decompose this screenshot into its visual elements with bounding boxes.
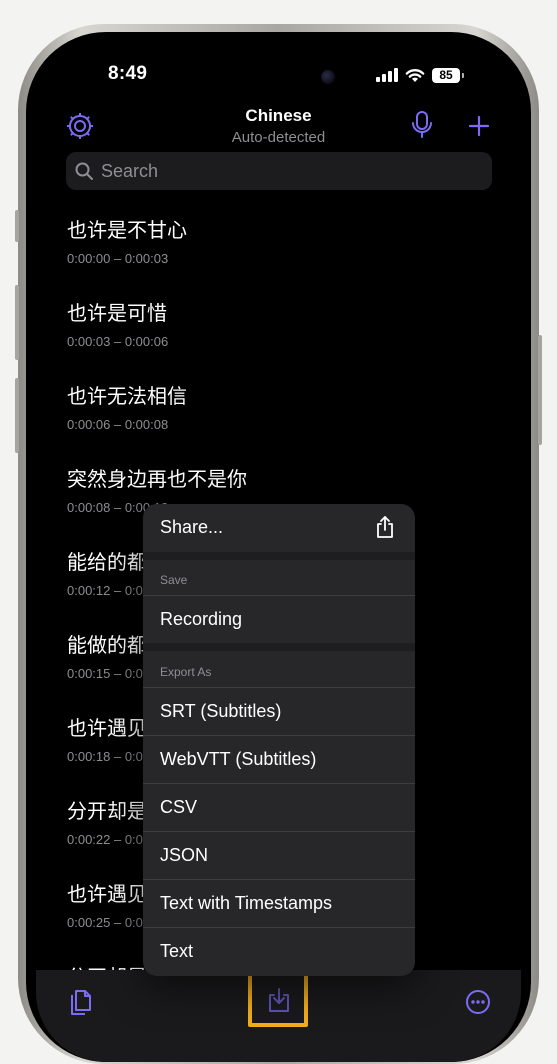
share-label: Share...: [160, 517, 224, 537]
highlight-box: [248, 971, 308, 1027]
battery-indicator: 85: [432, 67, 464, 83]
menu-section-gap: [143, 643, 415, 651]
microphone-icon[interactable]: [411, 110, 433, 140]
segment-text: 也许是可惜: [67, 301, 167, 325]
segment-time: 0:00:00 – 0:00:03: [67, 251, 169, 266]
export-webvtt-label: WebVTT (Subtitles): [160, 749, 317, 769]
status-indicators: 85: [376, 65, 464, 85]
export-srt-item[interactable]: SRT (Subtitles): [143, 688, 415, 736]
list-item[interactable]: 也许无法相信 0:00:06 – 0:00:08: [67, 380, 487, 432]
front-camera: [321, 70, 335, 84]
export-json-label: JSON: [160, 845, 209, 865]
language-subtitle: Auto-detected: [231, 129, 326, 146]
export-section-label: Export As: [160, 665, 212, 679]
segment-text: 也许无法相信: [67, 384, 187, 408]
more-icon[interactable]: [465, 989, 491, 1015]
share-icon: [377, 516, 393, 538]
page-title: Chinese: [245, 106, 312, 125]
plus-icon[interactable]: [468, 115, 490, 137]
battery-level: 85: [439, 68, 453, 82]
app-screen: 8:49 85 Chinese Auto-detected Search 也许是…: [36, 42, 521, 1062]
volume-up-button: [15, 285, 19, 360]
export-csv-item[interactable]: CSV: [143, 784, 415, 832]
export-text-label: Text: [160, 941, 194, 961]
cellular-signal-icon: [376, 68, 398, 82]
export-srt-label: SRT (Subtitles): [160, 701, 282, 721]
export-text-timestamps-item[interactable]: Text with Timestamps: [143, 880, 415, 928]
copy-icon[interactable]: [67, 987, 93, 1017]
save-section-label: Save: [160, 573, 188, 587]
export-webvtt-item[interactable]: WebVTT (Subtitles): [143, 736, 415, 784]
action-button: [15, 210, 19, 242]
search-icon: [75, 162, 93, 180]
list-item[interactable]: 也许是不甘心 0:00:00 – 0:00:03: [67, 214, 487, 266]
export-text-timestamps-label: Text with Timestamps: [160, 893, 333, 913]
search-placeholder: Search: [101, 160, 159, 181]
recording-label: Recording: [160, 609, 243, 629]
menu-section-gap: [143, 552, 415, 560]
export-csv-label: CSV: [160, 797, 198, 817]
export-text-item[interactable]: Text: [143, 928, 415, 976]
power-button: [538, 335, 542, 445]
segment-text: 突然身边再也不是你: [67, 467, 247, 491]
search-input[interactable]: Search: [66, 152, 492, 190]
share-menu-item[interactable]: Share...: [143, 504, 415, 552]
export-json-item[interactable]: JSON: [143, 832, 415, 880]
wifi-icon: [405, 68, 425, 82]
segment-text: 也许是不甘心: [67, 218, 187, 242]
segment-time: 0:00:06 – 0:00:08: [67, 417, 169, 432]
segment-time: 0:00:03 – 0:00:06: [67, 334, 169, 349]
list-item[interactable]: 也许是可惜 0:00:03 – 0:00:06: [67, 297, 487, 349]
recording-menu-item[interactable]: Recording: [143, 596, 415, 643]
export-menu: Share... Save Recording Export As SRT (S…: [143, 504, 415, 976]
status-time: 8:49: [108, 63, 148, 84]
volume-down-button: [15, 378, 19, 453]
